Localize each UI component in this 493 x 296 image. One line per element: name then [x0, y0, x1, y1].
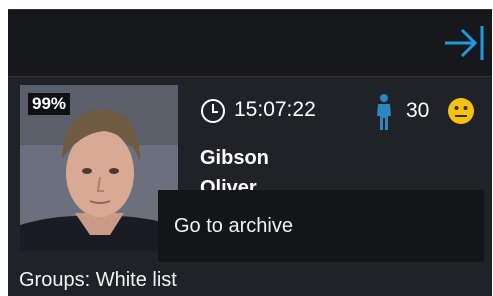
go-to-archive-tooltip: Go to archive [158, 190, 484, 262]
collapse-right-icon [445, 26, 484, 60]
neutral-smiley-icon [448, 98, 474, 124]
face-recognition-event-card[interactable]: 99% 15:07:22 30 Gibson Oliver [8, 77, 492, 296]
match-confidence-badge: 99% [28, 93, 71, 115]
person-surname: Gibson [200, 147, 269, 169]
panel-header [8, 10, 492, 77]
collapse-panel-button[interactable] [442, 22, 488, 64]
clock-icon [201, 99, 225, 123]
person-groups: Groups: White list [19, 269, 177, 291]
person-icon [377, 94, 391, 130]
event-time-text: 15:07:22 [234, 98, 316, 121]
estimated-age: 30 [406, 99, 430, 122]
tooltip-text: Go to archive [174, 215, 293, 237]
face-photo[interactable]: 99% [20, 85, 178, 251]
